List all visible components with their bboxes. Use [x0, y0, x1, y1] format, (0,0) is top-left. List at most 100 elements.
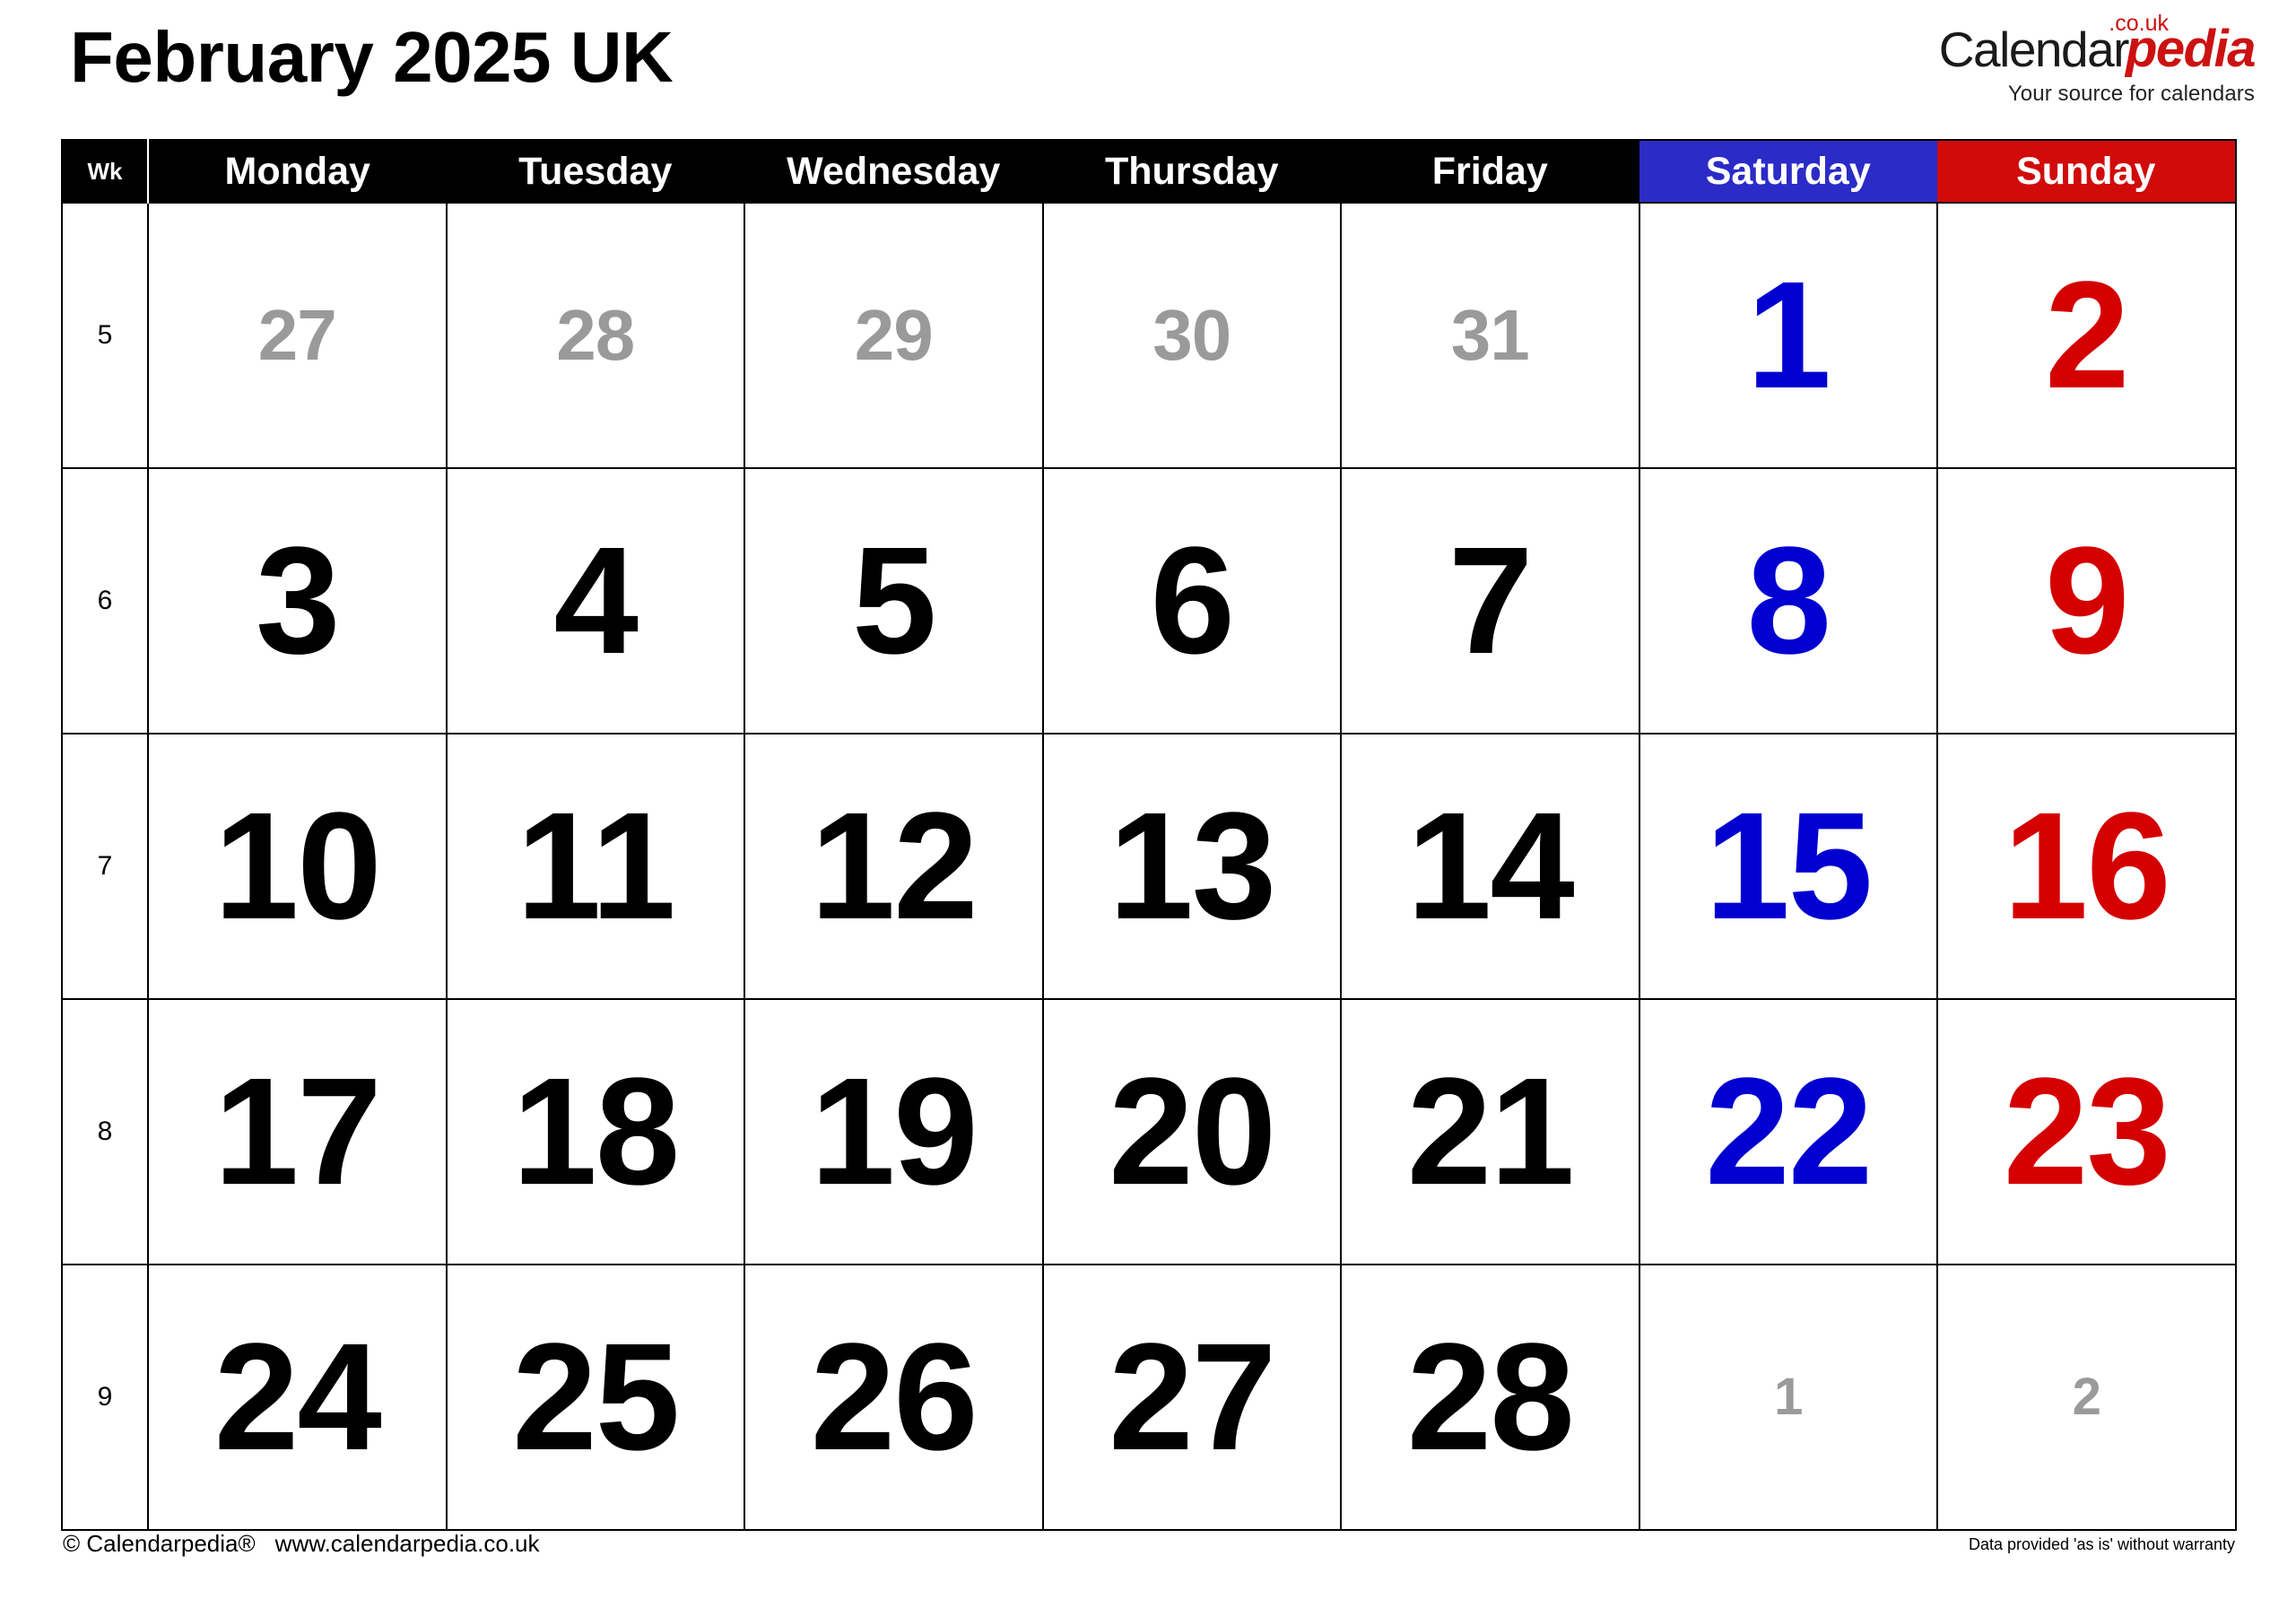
calendar-body: 5 27 28 29 30 31 1 2 6 3 4 5 6 7 8 9 7 10 11 12 13 14 15 16 8 17 1… [61, 202, 2237, 1531]
day-number: 10 [213, 781, 382, 952]
day-number: 26 [810, 1312, 978, 1482]
logo-tld: .co.uk [2109, 11, 2169, 36]
day-number: 13 [1109, 781, 1276, 952]
day-cell-tuesday[interactable]: 18 [445, 998, 745, 1265]
page-title: February 2025 UK [70, 17, 674, 97]
day-header-sunday: Sunday [1937, 140, 2236, 203]
week-number-cell: 7 [61, 733, 149, 1000]
calendar-week-row: 8 17 18 19 20 21 22 23 [61, 998, 2237, 1265]
day-cell-tuesday[interactable]: 11 [445, 733, 745, 1000]
calendar-week-row: 9 24 25 26 27 28 1 2 [61, 1264, 2237, 1531]
day-cell-friday[interactable]: 31 [1340, 202, 1640, 469]
day-cell-thursday[interactable]: 30 [1041, 202, 1342, 469]
logo-tagline: Your source for calendars [2007, 82, 2255, 106]
day-number: 22 [1705, 1047, 1873, 1217]
day-cell-wednesday[interactable]: 29 [744, 202, 1044, 469]
day-cell-monday[interactable]: 17 [147, 998, 448, 1265]
day-number: 29 [854, 295, 934, 375]
day-number: 21 [1406, 1047, 1575, 1217]
day-cell-saturday[interactable]: 1 [1638, 1264, 1938, 1531]
day-number: 1 [1774, 1368, 1803, 1426]
day-cell-monday[interactable]: 27 [147, 202, 448, 469]
day-number: 1 [1746, 250, 1831, 421]
day-number: 4 [553, 516, 639, 686]
day-cell-sunday[interactable]: 16 [1936, 733, 2237, 1000]
day-number: 27 [257, 295, 337, 375]
day-number: 5 [851, 516, 937, 686]
day-cell-sunday[interactable]: 2 [1936, 1264, 2237, 1531]
day-number: 17 [213, 1047, 382, 1217]
day-number: 7 [1448, 516, 1534, 686]
day-cell-monday[interactable]: 3 [147, 467, 448, 734]
week-number-cell: 6 [61, 467, 149, 734]
day-cell-wednesday[interactable]: 5 [744, 467, 1044, 734]
day-cell-thursday[interactable]: 27 [1041, 1264, 1342, 1531]
footer-disclaimer: Data provided 'as is' without warranty [1968, 1535, 2235, 1553]
day-cell-thursday[interactable]: 13 [1041, 733, 1342, 1000]
calendarpedia-logo[interactable]: Calendarpedia .co.uk Your source for cal… [1938, 13, 2257, 106]
page-footer: © Calendarpedia® www.calendarpedia.co.uk … [61, 1530, 2235, 1566]
day-cell-thursday[interactable]: 6 [1041, 467, 1342, 734]
day-number: 28 [556, 295, 635, 375]
day-cell-monday[interactable]: 24 [147, 1264, 448, 1531]
day-cell-saturday[interactable]: 8 [1638, 467, 1938, 734]
calendar-page: February 2025 UK Calendarpedia .co.uk Yo… [0, 0, 2296, 1608]
calendar-week-row: 5 27 28 29 30 31 1 2 [61, 202, 2237, 469]
day-number: 2 [2044, 250, 2130, 421]
footer-website[interactable]: www.calendarpedia.co.uk [275, 1530, 540, 1557]
footer-copyright-block: © Calendarpedia® www.calendarpedia.co.uk [63, 1530, 540, 1558]
day-cell-saturday[interactable]: 22 [1638, 998, 1938, 1265]
day-number: 15 [1705, 781, 1873, 952]
calendar-header-row: Wk Monday Tuesday Wednesday Thursday Fri… [62, 140, 2236, 203]
page-header: February 2025 UK Calendarpedia .co.uk Yo… [0, 0, 2296, 135]
day-number: 11 [516, 781, 676, 952]
day-cell-thursday[interactable]: 20 [1041, 998, 1342, 1265]
day-cell-friday[interactable]: 21 [1340, 998, 1640, 1265]
day-number: 8 [1746, 516, 1831, 686]
day-number: 20 [1109, 1047, 1276, 1217]
day-cell-wednesday[interactable]: 26 [744, 1264, 1044, 1531]
day-number: 30 [1152, 295, 1231, 375]
week-column-header: Wk [62, 140, 149, 203]
calendar-week-row: 63456789 [61, 467, 2237, 734]
day-header-tuesday: Tuesday [446, 140, 744, 203]
day-number: 23 [2003, 1047, 2171, 1217]
week-number-cell: 9 [61, 1264, 149, 1531]
logo-wordmark: Calendarpedia .co.uk [1938, 13, 2257, 77]
day-cell-friday[interactable]: 7 [1340, 467, 1640, 734]
day-number: 9 [2044, 516, 2130, 686]
day-number: 31 [1450, 295, 1530, 375]
day-cell-monday[interactable]: 10 [147, 733, 448, 1000]
day-cell-sunday[interactable]: 2 [1936, 202, 2237, 469]
day-cell-tuesday[interactable]: 28 [445, 202, 745, 469]
day-number: 12 [810, 781, 978, 952]
day-cell-sunday[interactable]: 9 [1936, 467, 2237, 734]
day-cell-wednesday[interactable]: 12 [744, 733, 1044, 1000]
day-number: 28 [1406, 1312, 1575, 1482]
day-number: 14 [1406, 781, 1575, 952]
day-number: 24 [213, 1312, 382, 1482]
footer-copyright: © Calendarpedia® [63, 1530, 256, 1557]
logo-word-calendar: Calendar [1938, 22, 2130, 77]
day-cell-tuesday[interactable]: 4 [445, 467, 745, 734]
week-number-cell: 8 [61, 998, 149, 1265]
day-cell-friday[interactable]: 14 [1340, 733, 1640, 1000]
week-number-cell: 5 [61, 202, 149, 469]
day-number: 19 [810, 1047, 978, 1217]
day-cell-wednesday[interactable]: 19 [744, 998, 1044, 1265]
day-number: 16 [2003, 781, 2171, 952]
day-cell-sunday[interactable]: 23 [1936, 998, 2237, 1265]
day-number: 3 [255, 516, 341, 686]
day-header-monday: Monday [148, 140, 447, 203]
day-cell-friday[interactable]: 28 [1340, 1264, 1640, 1531]
day-header-wednesday: Wednesday [744, 140, 1043, 203]
day-cell-tuesday[interactable]: 25 [445, 1264, 745, 1531]
calendar-grid-container: Wk Monday Tuesday Wednesday Thursday Fri… [61, 139, 2237, 1531]
calendar-week-row: 7 10 11 12 13 14 15 16 [61, 733, 2237, 1000]
day-header-saturday: Saturday [1639, 140, 1937, 203]
day-number: 6 [1150, 516, 1235, 686]
day-cell-saturday[interactable]: 1 [1638, 202, 1938, 469]
day-cell-saturday[interactable]: 15 [1638, 733, 1938, 1000]
day-number: 18 [512, 1047, 680, 1217]
day-number: 25 [512, 1312, 680, 1482]
